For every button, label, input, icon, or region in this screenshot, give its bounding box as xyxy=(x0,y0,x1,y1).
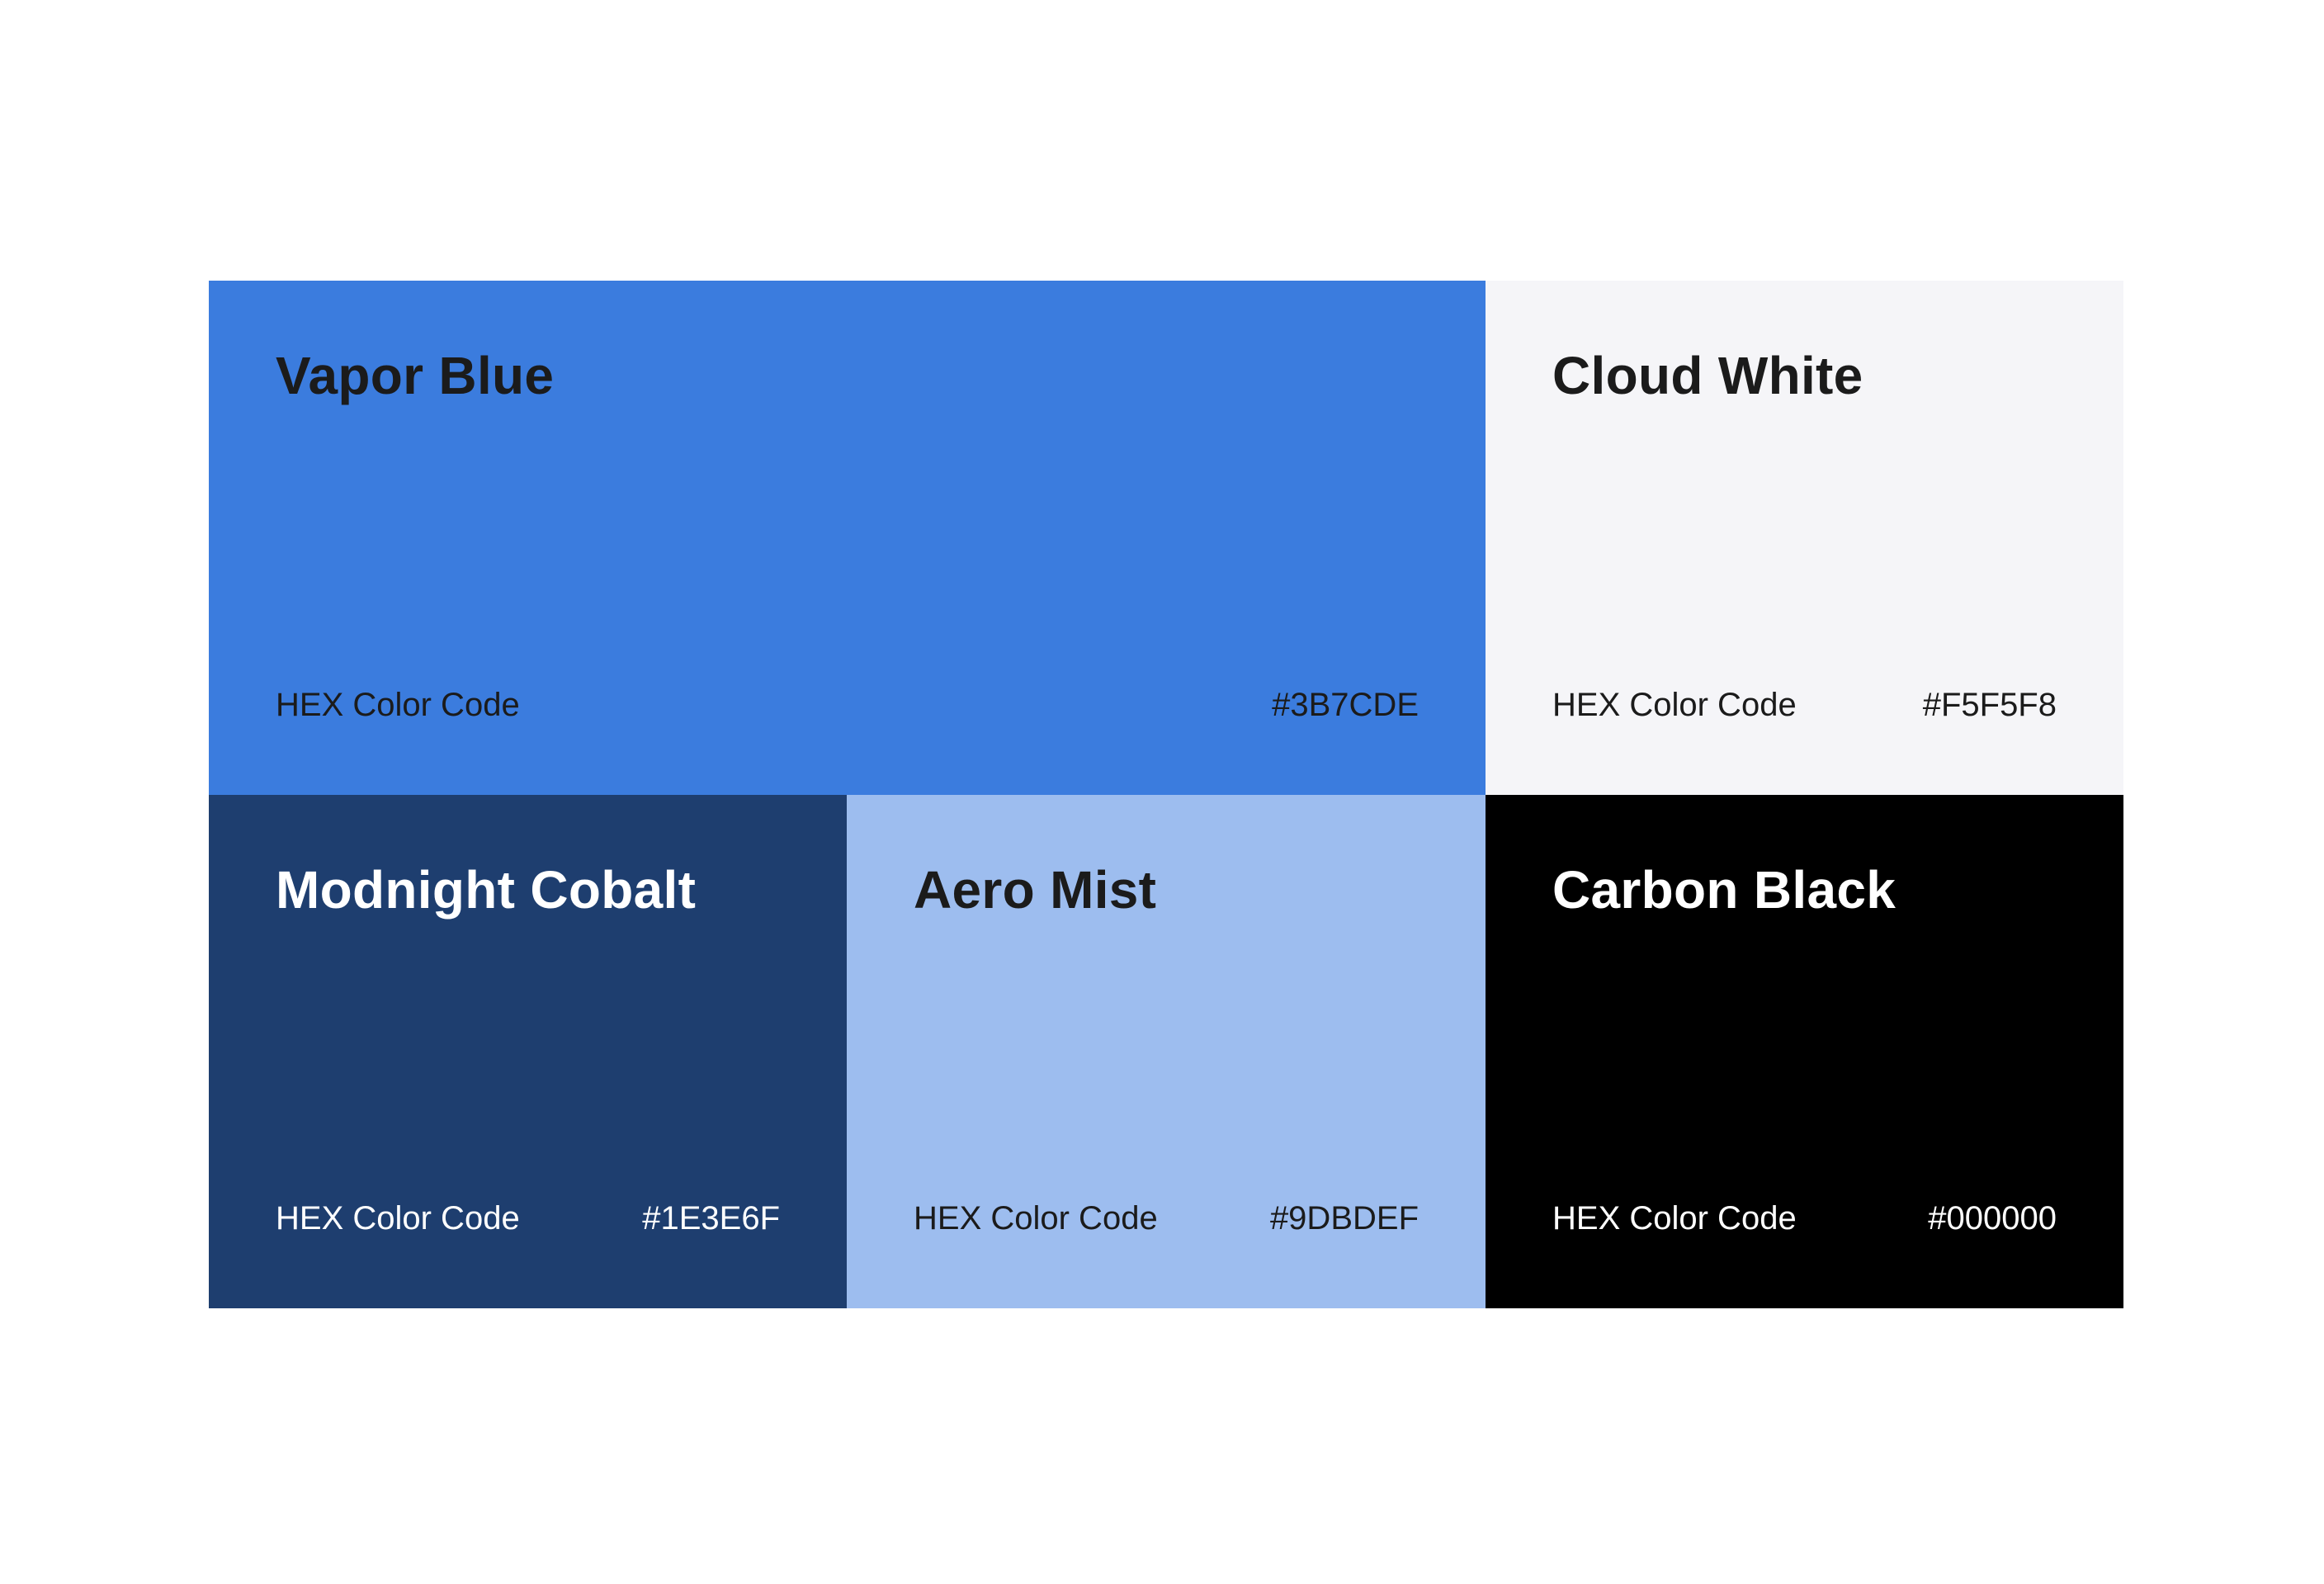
hex-label: HEX Color Code xyxy=(1552,1200,1797,1236)
swatch-modnight-cobalt: Modnight Cobalt HEX Color Code #1E3E6F xyxy=(209,795,847,1308)
hex-label: HEX Color Code xyxy=(1552,687,1797,723)
swatch-name: Vapor Blue xyxy=(276,346,555,405)
swatch-name: Aero Mist xyxy=(914,860,1157,920)
swatch-aero-mist: Aero Mist HEX Color Code #9DBDEF xyxy=(847,795,1486,1308)
swatch-footer: HEX Color Code #1E3E6F xyxy=(276,1199,780,1238)
hex-label: HEX Color Code xyxy=(276,1200,520,1236)
swatch-vapor-blue: Vapor Blue HEX Color Code #3B7CDE xyxy=(209,281,1486,795)
hex-label: HEX Color Code xyxy=(276,687,520,723)
swatch-cloud-white: Cloud White HEX Color Code #F5F5F8 xyxy=(1486,281,2123,795)
swatch-footer: HEX Color Code #3B7CDE xyxy=(276,685,1419,725)
swatch-name: Modnight Cobalt xyxy=(276,860,697,920)
swatch-name: Cloud White xyxy=(1552,346,1863,405)
color-palette: Vapor Blue HEX Color Code #3B7CDE Cloud … xyxy=(209,281,2123,1308)
hex-value: #9DBDEF xyxy=(1269,1200,1419,1236)
hex-value: #000000 xyxy=(1928,1200,2057,1236)
swatch-name: Carbon Black xyxy=(1552,860,1897,920)
swatch-footer: HEX Color Code #F5F5F8 xyxy=(1552,685,2057,725)
swatch-footer: HEX Color Code #9DBDEF xyxy=(914,1199,1419,1238)
swatch-carbon-black: Carbon Black HEX Color Code #000000 xyxy=(1486,795,2123,1308)
swatch-footer: HEX Color Code #000000 xyxy=(1552,1199,2057,1238)
hex-value: #1E3E6F xyxy=(642,1200,780,1236)
hex-label: HEX Color Code xyxy=(914,1200,1158,1236)
hex-value: #F5F5F8 xyxy=(1922,687,2057,723)
hex-value: #3B7CDE xyxy=(1272,687,1419,723)
